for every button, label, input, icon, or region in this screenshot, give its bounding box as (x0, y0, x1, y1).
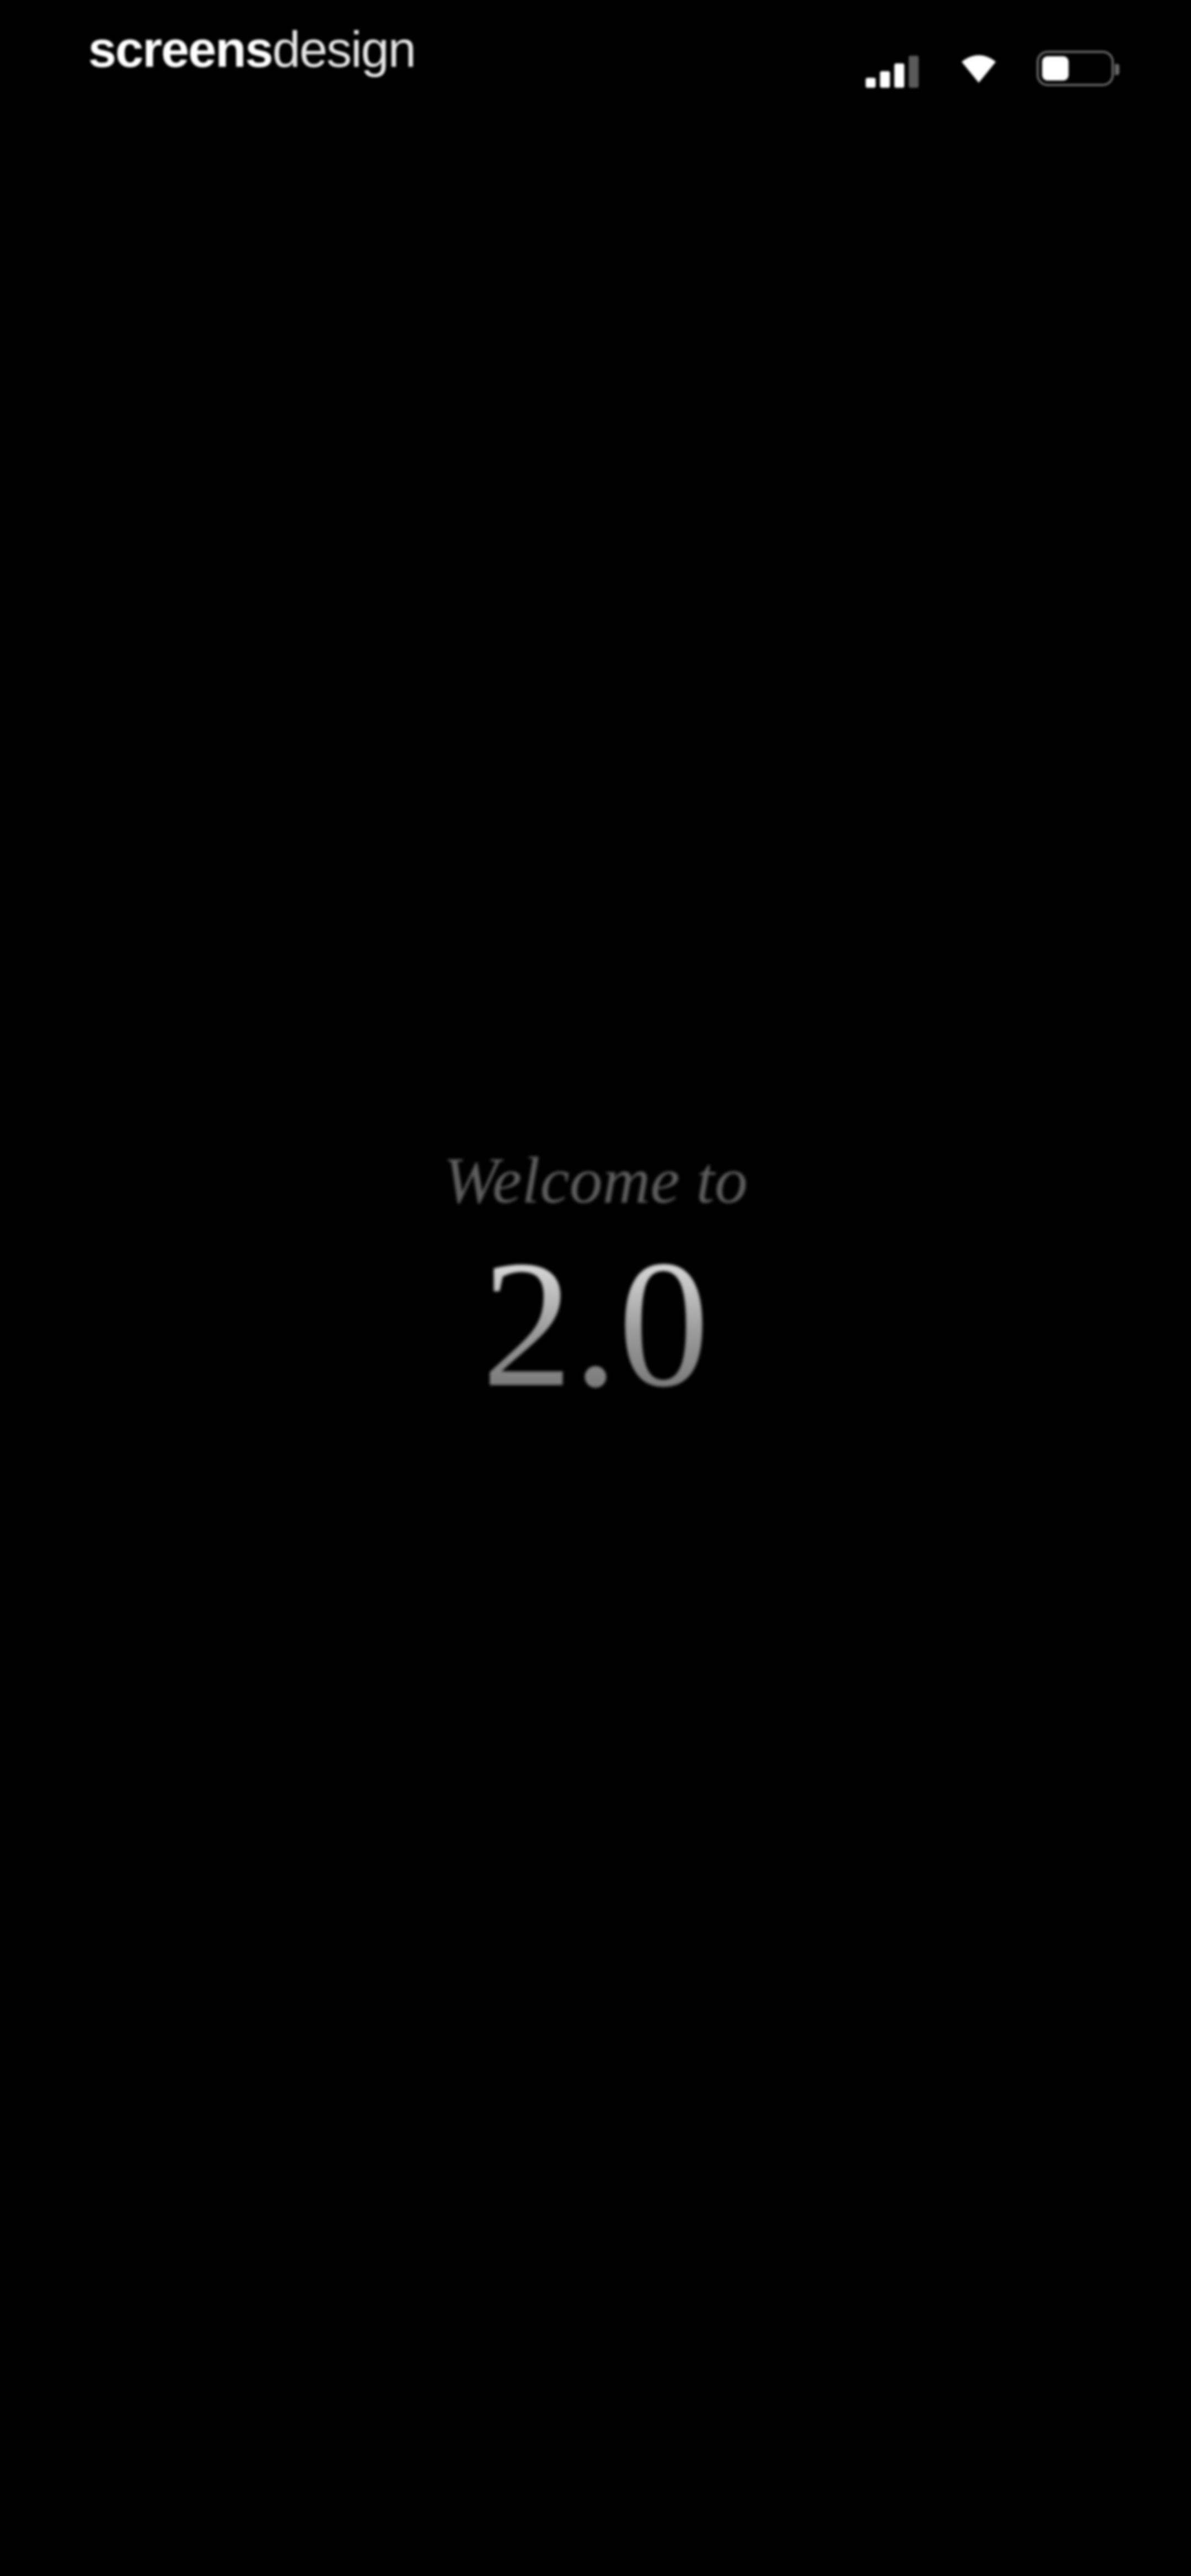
welcome-block: Welcome to 2.0 (0, 1147, 1191, 1415)
brand-logo-light: design (272, 22, 416, 78)
wifi-icon (962, 55, 996, 83)
brand-logo: screensdesign (88, 22, 416, 78)
signal-bar (866, 78, 876, 88)
status-bar: screensdesign (0, 0, 1191, 132)
version-number: 2.0 (0, 1233, 1191, 1415)
battery-icon (1037, 51, 1119, 86)
battery-cap (1115, 64, 1119, 75)
signal-bar (894, 63, 904, 88)
signal-bar (909, 56, 919, 88)
status-icons (866, 46, 1119, 90)
cellular-signal-icon (866, 49, 921, 88)
welcome-text: Welcome to (443, 1143, 748, 1217)
signal-bar (880, 71, 890, 88)
brand-logo-bold: screens (88, 22, 273, 78)
battery-level (1042, 56, 1069, 81)
